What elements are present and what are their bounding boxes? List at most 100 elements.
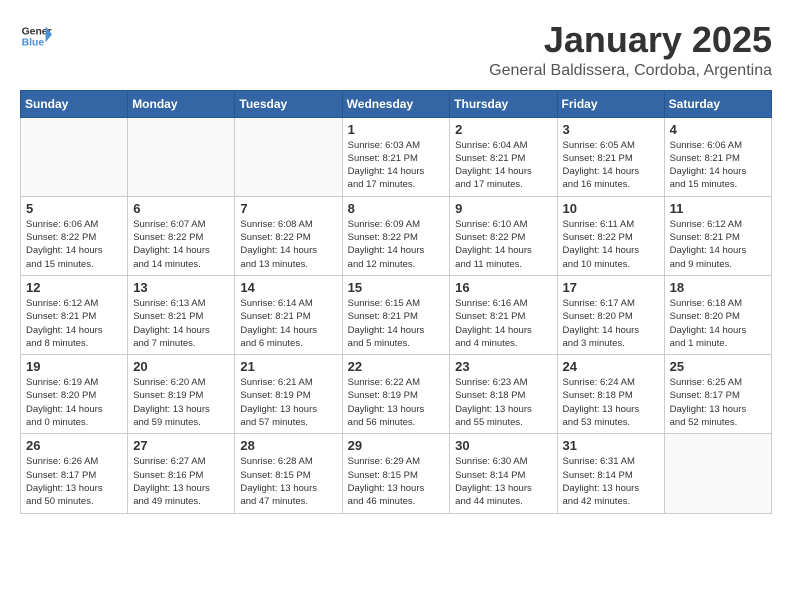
- header-thursday: Thursday: [450, 90, 557, 117]
- week-row-5: 26 Sunrise: 6:26 AM Sunset: 8:17 PM Dayli…: [21, 434, 772, 513]
- day-number: 31: [563, 438, 659, 453]
- day-info: Sunrise: 6:13 AM Sunset: 8:21 PM Dayligh…: [133, 297, 229, 350]
- header-saturday: Saturday: [664, 90, 771, 117]
- day-info: Sunrise: 6:26 AM Sunset: 8:17 PM Dayligh…: [26, 455, 122, 508]
- day-info: Sunrise: 6:19 AM Sunset: 8:20 PM Dayligh…: [26, 376, 122, 429]
- week-row-2: 5 Sunrise: 6:06 AM Sunset: 8:22 PM Daylig…: [21, 196, 772, 275]
- day-number: 27: [133, 438, 229, 453]
- day-number: 1: [348, 122, 445, 137]
- day-info: Sunrise: 6:25 AM Sunset: 8:17 PM Dayligh…: [670, 376, 766, 429]
- logo: General Blue: [20, 20, 52, 52]
- calendar-cell: 11Sunrise: 6:12 AM Sunset: 8:21 PM Dayli…: [664, 196, 771, 275]
- calendar-cell: 22 Sunrise: 6:22 AM Sunset: 8:19 PM Dayli…: [342, 355, 450, 434]
- day-info: Sunrise: 6:03 AM Sunset: 8:21 PM Dayligh…: [348, 139, 445, 192]
- calendar-cell: 17Sunrise: 6:17 AM Sunset: 8:20 PM Dayli…: [557, 275, 664, 354]
- svg-text:Blue: Blue: [22, 38, 45, 49]
- header-monday: Monday: [128, 90, 235, 117]
- day-info: Sunrise: 6:04 AM Sunset: 8:21 PM Dayligh…: [455, 139, 551, 192]
- day-number: 2: [455, 122, 551, 137]
- day-number: 14: [240, 280, 336, 295]
- calendar-cell: 13 Sunrise: 6:13 AM Sunset: 8:21 PM Dayli…: [128, 275, 235, 354]
- day-number: 26: [26, 438, 122, 453]
- day-number: 29: [348, 438, 445, 453]
- day-number: 25: [670, 359, 766, 374]
- day-info: Sunrise: 6:28 AM Sunset: 8:15 PM Dayligh…: [240, 455, 336, 508]
- header-friday: Friday: [557, 90, 664, 117]
- day-number: 22: [348, 359, 445, 374]
- header-tuesday: Tuesday: [235, 90, 342, 117]
- calendar-cell: 14 Sunrise: 6:14 AM Sunset: 8:21 PM Dayli…: [235, 275, 342, 354]
- day-info: Sunrise: 6:07 AM Sunset: 8:22 PM Dayligh…: [133, 218, 229, 271]
- day-number: 15: [348, 280, 445, 295]
- page: General Blue January 2025 General Baldis…: [0, 0, 792, 524]
- calendar-cell: [21, 117, 128, 196]
- day-info: Sunrise: 6:08 AM Sunset: 8:22 PM Dayligh…: [240, 218, 336, 271]
- week-row-4: 19 Sunrise: 6:19 AM Sunset: 8:20 PM Dayli…: [21, 355, 772, 434]
- day-info: Sunrise: 6:16 AM Sunset: 8:21 PM Dayligh…: [455, 297, 551, 350]
- day-number: 6: [133, 201, 229, 216]
- day-number: 10: [563, 201, 659, 216]
- day-number: 16: [455, 280, 551, 295]
- title-block: January 2025 General Baldissera, Cordoba…: [489, 20, 772, 80]
- calendar-cell: 12 Sunrise: 6:12 AM Sunset: 8:21 PM Dayli…: [21, 275, 128, 354]
- calendar-cell: 19 Sunrise: 6:19 AM Sunset: 8:20 PM Dayli…: [21, 355, 128, 434]
- location-title: General Baldissera, Cordoba, Argentina: [489, 62, 772, 80]
- calendar-cell: 15 Sunrise: 6:15 AM Sunset: 8:21 PM Dayli…: [342, 275, 450, 354]
- day-info: Sunrise: 6:14 AM Sunset: 8:21 PM Dayligh…: [240, 297, 336, 350]
- calendar-cell: [235, 117, 342, 196]
- day-info: Sunrise: 6:06 AM Sunset: 8:22 PM Dayligh…: [26, 218, 122, 271]
- calendar-cell: 25 Sunrise: 6:25 AM Sunset: 8:17 PM Dayli…: [664, 355, 771, 434]
- calendar: Sunday Monday Tuesday Wednesday Thursday…: [20, 90, 772, 514]
- day-number: 18: [670, 280, 766, 295]
- calendar-cell: 1 Sunrise: 6:03 AM Sunset: 8:21 PM Daylig…: [342, 117, 450, 196]
- calendar-cell: [664, 434, 771, 513]
- day-info: Sunrise: 6:30 AM Sunset: 8:14 PM Dayligh…: [455, 455, 551, 508]
- calendar-cell: 6 Sunrise: 6:07 AM Sunset: 8:22 PM Daylig…: [128, 196, 235, 275]
- day-number: 9: [455, 201, 551, 216]
- header: General Blue January 2025 General Baldis…: [20, 20, 772, 80]
- header-sunday: Sunday: [21, 90, 128, 117]
- day-number: 7: [240, 201, 336, 216]
- calendar-cell: 31 Sunrise: 6:31 AM Sunset: 8:14 PM Dayli…: [557, 434, 664, 513]
- day-info: Sunrise: 6:05 AM Sunset: 8:21 PM Dayligh…: [563, 139, 659, 192]
- day-info: Sunrise: 6:09 AM Sunset: 8:22 PM Dayligh…: [348, 218, 445, 271]
- calendar-cell: 16 Sunrise: 6:16 AM Sunset: 8:21 PM Dayli…: [450, 275, 557, 354]
- weekday-header-row: Sunday Monday Tuesday Wednesday Thursday…: [21, 90, 772, 117]
- day-number: 28: [240, 438, 336, 453]
- day-info: Sunrise: 6:31 AM Sunset: 8:14 PM Dayligh…: [563, 455, 659, 508]
- month-title: January 2025: [489, 20, 772, 60]
- day-number: 12: [26, 280, 122, 295]
- day-info: Sunrise: 6:23 AM Sunset: 8:18 PM Dayligh…: [455, 376, 551, 429]
- calendar-cell: 9Sunrise: 6:10 AM Sunset: 8:22 PM Daylig…: [450, 196, 557, 275]
- day-info: Sunrise: 6:22 AM Sunset: 8:19 PM Dayligh…: [348, 376, 445, 429]
- calendar-cell: 29 Sunrise: 6:29 AM Sunset: 8:15 PM Dayli…: [342, 434, 450, 513]
- day-info: Sunrise: 6:11 AM Sunset: 8:22 PM Dayligh…: [563, 218, 659, 271]
- day-info: Sunrise: 6:21 AM Sunset: 8:19 PM Dayligh…: [240, 376, 336, 429]
- day-number: 21: [240, 359, 336, 374]
- day-info: Sunrise: 6:15 AM Sunset: 8:21 PM Dayligh…: [348, 297, 445, 350]
- day-info: Sunrise: 6:18 AM Sunset: 8:20 PM Dayligh…: [670, 297, 766, 350]
- calendar-cell: 30Sunrise: 6:30 AM Sunset: 8:14 PM Dayli…: [450, 434, 557, 513]
- day-info: Sunrise: 6:29 AM Sunset: 8:15 PM Dayligh…: [348, 455, 445, 508]
- day-number: 5: [26, 201, 122, 216]
- day-number: 20: [133, 359, 229, 374]
- day-number: 4: [670, 122, 766, 137]
- day-number: 13: [133, 280, 229, 295]
- day-info: Sunrise: 6:24 AM Sunset: 8:18 PM Dayligh…: [563, 376, 659, 429]
- calendar-cell: 23 Sunrise: 6:23 AM Sunset: 8:18 PM Dayli…: [450, 355, 557, 434]
- day-info: Sunrise: 6:12 AM Sunset: 8:21 PM Dayligh…: [26, 297, 122, 350]
- calendar-cell: 21 Sunrise: 6:21 AM Sunset: 8:19 PM Dayli…: [235, 355, 342, 434]
- calendar-cell: 5 Sunrise: 6:06 AM Sunset: 8:22 PM Daylig…: [21, 196, 128, 275]
- calendar-cell: 8 Sunrise: 6:09 AM Sunset: 8:22 PM Daylig…: [342, 196, 450, 275]
- day-info: Sunrise: 6:06 AM Sunset: 8:21 PM Dayligh…: [670, 139, 766, 192]
- day-number: 19: [26, 359, 122, 374]
- header-wednesday: Wednesday: [342, 90, 450, 117]
- calendar-cell: 26 Sunrise: 6:26 AM Sunset: 8:17 PM Dayli…: [21, 434, 128, 513]
- week-row-1: 1 Sunrise: 6:03 AM Sunset: 8:21 PM Daylig…: [21, 117, 772, 196]
- calendar-cell: 28 Sunrise: 6:28 AM Sunset: 8:15 PM Dayli…: [235, 434, 342, 513]
- logo-icon: General Blue: [20, 20, 52, 52]
- day-number: 23: [455, 359, 551, 374]
- calendar-cell: 3Sunrise: 6:05 AM Sunset: 8:21 PM Daylig…: [557, 117, 664, 196]
- day-number: 8: [348, 201, 445, 216]
- week-row-3: 12 Sunrise: 6:12 AM Sunset: 8:21 PM Dayli…: [21, 275, 772, 354]
